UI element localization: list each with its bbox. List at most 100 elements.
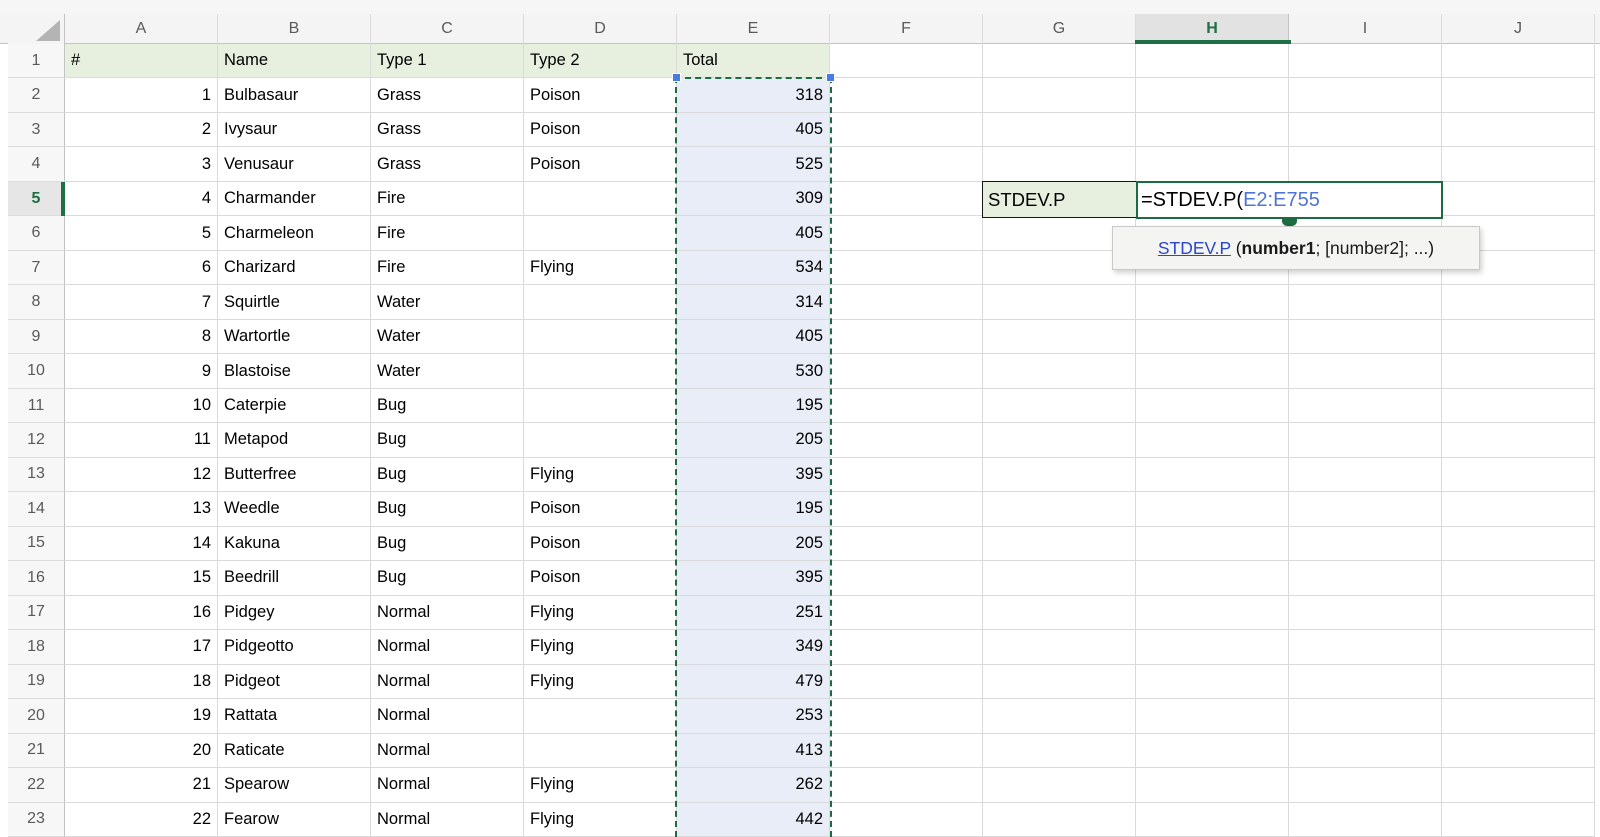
cell-C4[interactable]: Grass bbox=[371, 147, 524, 181]
cell-C9[interactable]: Water bbox=[371, 320, 524, 354]
cell-J2[interactable] bbox=[1442, 78, 1595, 112]
cell-G3[interactable] bbox=[983, 113, 1136, 147]
cell-A5[interactable]: 4 bbox=[65, 182, 218, 216]
cell-D22[interactable]: Flying bbox=[524, 768, 677, 802]
row-header-21[interactable]: 21 bbox=[8, 734, 65, 768]
cell-H2[interactable] bbox=[1136, 78, 1289, 112]
cell-G23[interactable] bbox=[983, 803, 1136, 837]
row-header-15[interactable]: 15 bbox=[8, 527, 65, 561]
cell-I9[interactable] bbox=[1289, 320, 1442, 354]
cell-C3[interactable]: Grass bbox=[371, 113, 524, 147]
cell-C11[interactable]: Bug bbox=[371, 389, 524, 423]
cell-A13[interactable]: 12 bbox=[65, 458, 218, 492]
cell-H3[interactable] bbox=[1136, 113, 1289, 147]
cell-H15[interactable] bbox=[1136, 527, 1289, 561]
cell-J19[interactable] bbox=[1442, 665, 1595, 699]
cell-B8[interactable]: Squirtle bbox=[218, 285, 371, 319]
cell-J21[interactable] bbox=[1442, 734, 1595, 768]
cell-I19[interactable] bbox=[1289, 665, 1442, 699]
cell-E13[interactable]: 395 bbox=[677, 458, 830, 492]
cell-B12[interactable]: Metapod bbox=[218, 423, 371, 457]
cell-J5[interactable] bbox=[1442, 182, 1595, 216]
column-header-C[interactable]: C bbox=[371, 14, 524, 44]
cell-I17[interactable] bbox=[1289, 596, 1442, 630]
cell-D9[interactable] bbox=[524, 320, 677, 354]
row-header-1[interactable]: 1 bbox=[8, 44, 65, 78]
cell-B5[interactable]: Charmander bbox=[218, 182, 371, 216]
cell-E11[interactable]: 195 bbox=[677, 389, 830, 423]
cell-D15[interactable]: Poison bbox=[524, 527, 677, 561]
column-header-G[interactable]: G bbox=[983, 14, 1136, 44]
cell-B14[interactable]: Weedle bbox=[218, 492, 371, 526]
row-header-6[interactable]: 6 bbox=[8, 216, 65, 250]
cell-G10[interactable] bbox=[983, 354, 1136, 388]
cell-J18[interactable] bbox=[1442, 630, 1595, 664]
select-all-corner[interactable] bbox=[8, 14, 65, 44]
cell-G5-stdev-label[interactable]: STDEV.P bbox=[982, 181, 1137, 218]
cell-C15[interactable]: Bug bbox=[371, 527, 524, 561]
cell-C10[interactable]: Water bbox=[371, 354, 524, 388]
cell-C2[interactable]: Grass bbox=[371, 78, 524, 112]
cell-J12[interactable] bbox=[1442, 423, 1595, 457]
cell-I15[interactable] bbox=[1289, 527, 1442, 561]
cell-F3[interactable] bbox=[830, 113, 983, 147]
cell-G1[interactable] bbox=[983, 44, 1136, 78]
cell-A4[interactable]: 3 bbox=[65, 147, 218, 181]
row-header-11[interactable]: 11 bbox=[8, 389, 65, 423]
column-header-I[interactable]: I bbox=[1289, 14, 1442, 44]
cell-F10[interactable] bbox=[830, 354, 983, 388]
cell-D8[interactable] bbox=[524, 285, 677, 319]
cell-J4[interactable] bbox=[1442, 147, 1595, 181]
cell-C16[interactable]: Bug bbox=[371, 561, 524, 595]
row-header-3[interactable]: 3 bbox=[8, 113, 65, 147]
cell-G16[interactable] bbox=[983, 561, 1136, 595]
cell-I22[interactable] bbox=[1289, 768, 1442, 802]
cell-H8[interactable] bbox=[1136, 285, 1289, 319]
cell-E19[interactable]: 479 bbox=[677, 665, 830, 699]
cell-E7[interactable]: 534 bbox=[677, 251, 830, 285]
cell-G19[interactable] bbox=[983, 665, 1136, 699]
cell-D23[interactable]: Flying bbox=[524, 803, 677, 837]
cell-A10[interactable]: 9 bbox=[65, 354, 218, 388]
cell-B23[interactable]: Fearow bbox=[218, 803, 371, 837]
cell-A19[interactable]: 18 bbox=[65, 665, 218, 699]
cell-E6[interactable]: 405 bbox=[677, 216, 830, 250]
cell-I14[interactable] bbox=[1289, 492, 1442, 526]
cell-D4[interactable]: Poison bbox=[524, 147, 677, 181]
cell-B1[interactable]: Name bbox=[218, 44, 371, 78]
cell-G2[interactable] bbox=[983, 78, 1136, 112]
cell-F17[interactable] bbox=[830, 596, 983, 630]
row-header-22[interactable]: 22 bbox=[8, 768, 65, 802]
row-header-19[interactable]: 19 bbox=[8, 665, 65, 699]
cell-G20[interactable] bbox=[983, 699, 1136, 733]
row-header-10[interactable]: 10 bbox=[8, 354, 65, 388]
cell-H23[interactable] bbox=[1136, 803, 1289, 837]
cell-J15[interactable] bbox=[1442, 527, 1595, 561]
cell-B6[interactable]: Charmeleon bbox=[218, 216, 371, 250]
cell-C5[interactable]: Fire bbox=[371, 182, 524, 216]
cell-H18[interactable] bbox=[1136, 630, 1289, 664]
cell-G15[interactable] bbox=[983, 527, 1136, 561]
cell-I10[interactable] bbox=[1289, 354, 1442, 388]
cell-G11[interactable] bbox=[983, 389, 1136, 423]
cell-J9[interactable] bbox=[1442, 320, 1595, 354]
cell-E18[interactable]: 349 bbox=[677, 630, 830, 664]
cell-E4[interactable]: 525 bbox=[677, 147, 830, 181]
cell-F19[interactable] bbox=[830, 665, 983, 699]
cell-E20[interactable]: 253 bbox=[677, 699, 830, 733]
cell-G18[interactable] bbox=[983, 630, 1136, 664]
cell-B20[interactable]: Rattata bbox=[218, 699, 371, 733]
cell-E15[interactable]: 205 bbox=[677, 527, 830, 561]
cell-H12[interactable] bbox=[1136, 423, 1289, 457]
cell-I20[interactable] bbox=[1289, 699, 1442, 733]
cell-D21[interactable] bbox=[524, 734, 677, 768]
cell-D1[interactable]: Type 2 bbox=[524, 44, 677, 78]
cell-G22[interactable] bbox=[983, 768, 1136, 802]
cell-J3[interactable] bbox=[1442, 113, 1595, 147]
cell-A12[interactable]: 11 bbox=[65, 423, 218, 457]
cell-F9[interactable] bbox=[830, 320, 983, 354]
cell-E8[interactable]: 314 bbox=[677, 285, 830, 319]
cell-A20[interactable]: 19 bbox=[65, 699, 218, 733]
cell-D14[interactable]: Poison bbox=[524, 492, 677, 526]
cell-F6[interactable] bbox=[830, 216, 983, 250]
